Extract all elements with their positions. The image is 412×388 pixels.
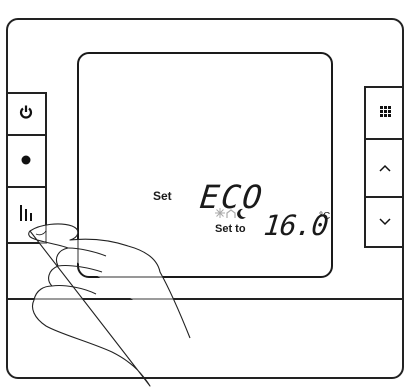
power-icon: [19, 105, 33, 124]
chevron-down-icon: [379, 213, 391, 231]
menu-button[interactable]: [364, 86, 404, 138]
schedule-button[interactable]: [7, 186, 47, 244]
dot-button[interactable]: [7, 134, 47, 186]
thermostat-bottom-panel: [6, 298, 404, 379]
up-button[interactable]: [364, 138, 404, 196]
left-button-column: [7, 92, 47, 244]
right-button-column: [364, 86, 404, 248]
menu-grid-icon: [379, 104, 391, 122]
temperature-unit: °C: [319, 211, 331, 222]
chevron-up-icon: [379, 159, 391, 177]
schedule-bars-icon: [19, 203, 33, 228]
lcd-screen: [77, 52, 333, 278]
dot-icon: [21, 152, 31, 170]
set-to-label: Set to: [215, 223, 246, 235]
power-button[interactable]: [7, 92, 47, 134]
set-label: Set: [153, 189, 172, 203]
down-button[interactable]: [364, 196, 404, 248]
